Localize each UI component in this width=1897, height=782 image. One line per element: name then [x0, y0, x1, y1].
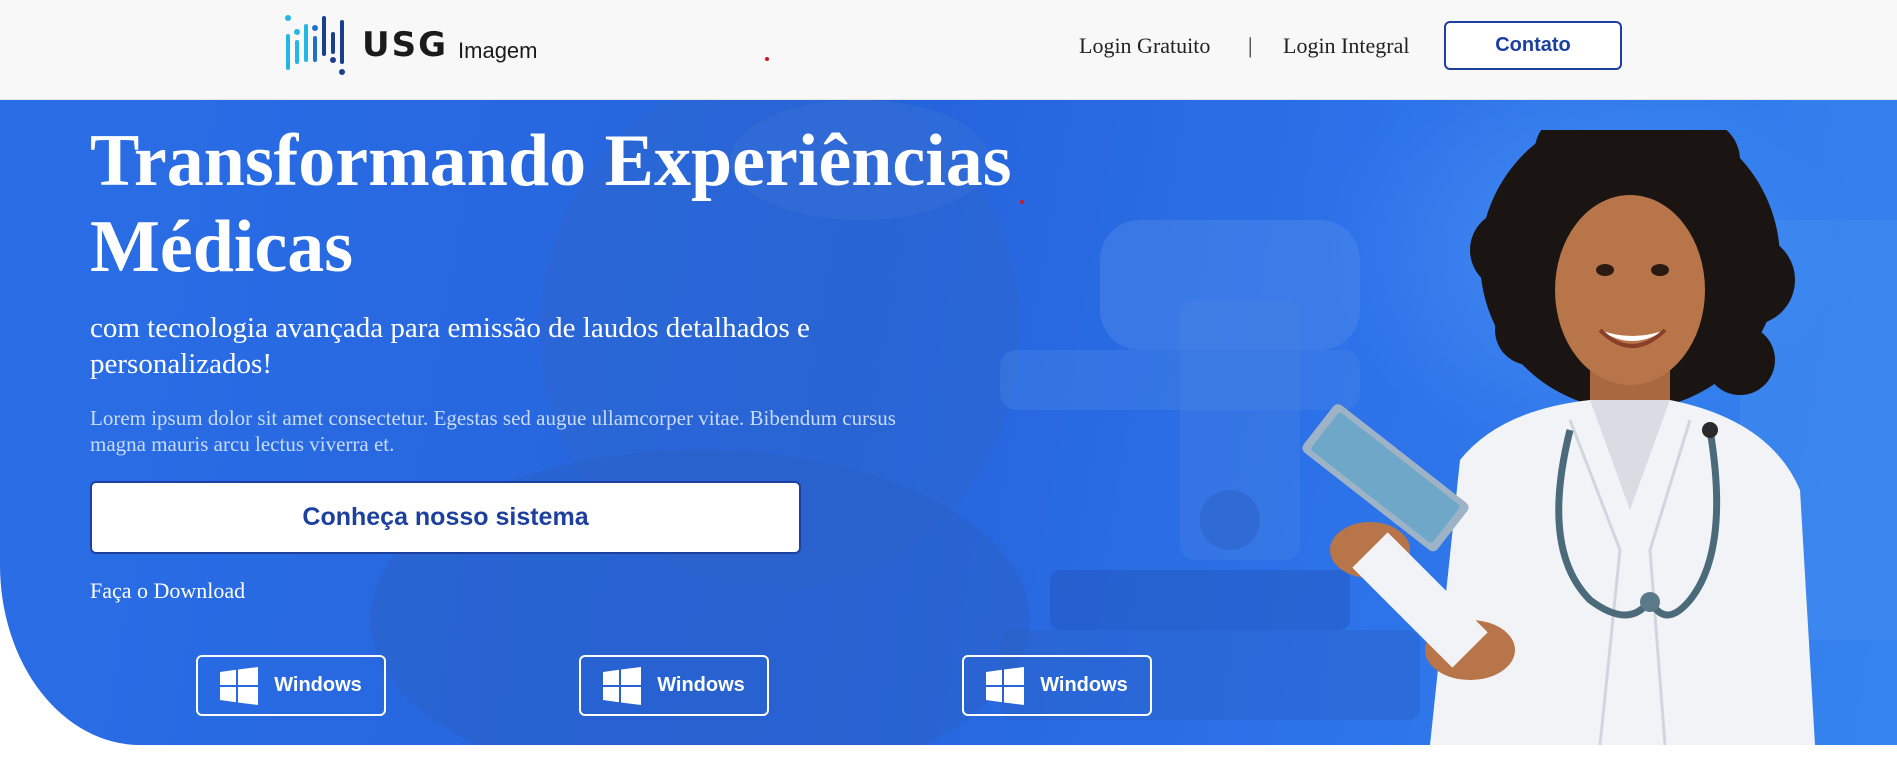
- red-dot-marker: [765, 57, 769, 61]
- windows-icon: [603, 666, 642, 705]
- hero-subtitle: com tecnologia avançada para emissão de …: [90, 312, 810, 380]
- windows-icon: [220, 666, 259, 705]
- nav-separator: |: [1248, 33, 1253, 58]
- contato-button[interactable]: Contato: [1444, 21, 1622, 70]
- logo-brand-text: USG: [362, 25, 449, 65]
- site-header: USG Imagem Login Gratuito | Login Integr…: [0, 0, 1897, 100]
- hero-title: Transformando Experiências Médicas: [90, 120, 1012, 288]
- usg-imagem-logo[interactable]: USG Imagem: [284, 14, 538, 78]
- nav-login-gratuito[interactable]: Login Gratuito: [1079, 33, 1210, 59]
- logo-sub-text: Imagem: [458, 38, 538, 63]
- logo-mark-icon: [285, 15, 345, 75]
- windows-download-button-2[interactable]: Windows: [579, 655, 769, 716]
- download-label: Faça o Download: [90, 578, 246, 603]
- hero-body-text: Lorem ipsum dolor sit amet consectetur. …: [90, 406, 896, 456]
- windows-button-label: Windows: [657, 674, 745, 696]
- windows-button-label: Windows: [1040, 674, 1128, 696]
- hero-section: Transformando Experiências Médicas com t…: [0, 100, 1897, 745]
- doctor-with-tablet-image: [1302, 130, 1815, 745]
- nav-login-integral[interactable]: Login Integral: [1283, 33, 1409, 59]
- windows-button-label: Windows: [274, 674, 362, 696]
- windows-icon: [986, 666, 1025, 705]
- conheca-sistema-button[interactable]: Conheça nosso sistema: [90, 481, 801, 554]
- windows-download-button-1[interactable]: Windows: [196, 655, 386, 716]
- windows-download-button-3[interactable]: Windows: [962, 655, 1152, 716]
